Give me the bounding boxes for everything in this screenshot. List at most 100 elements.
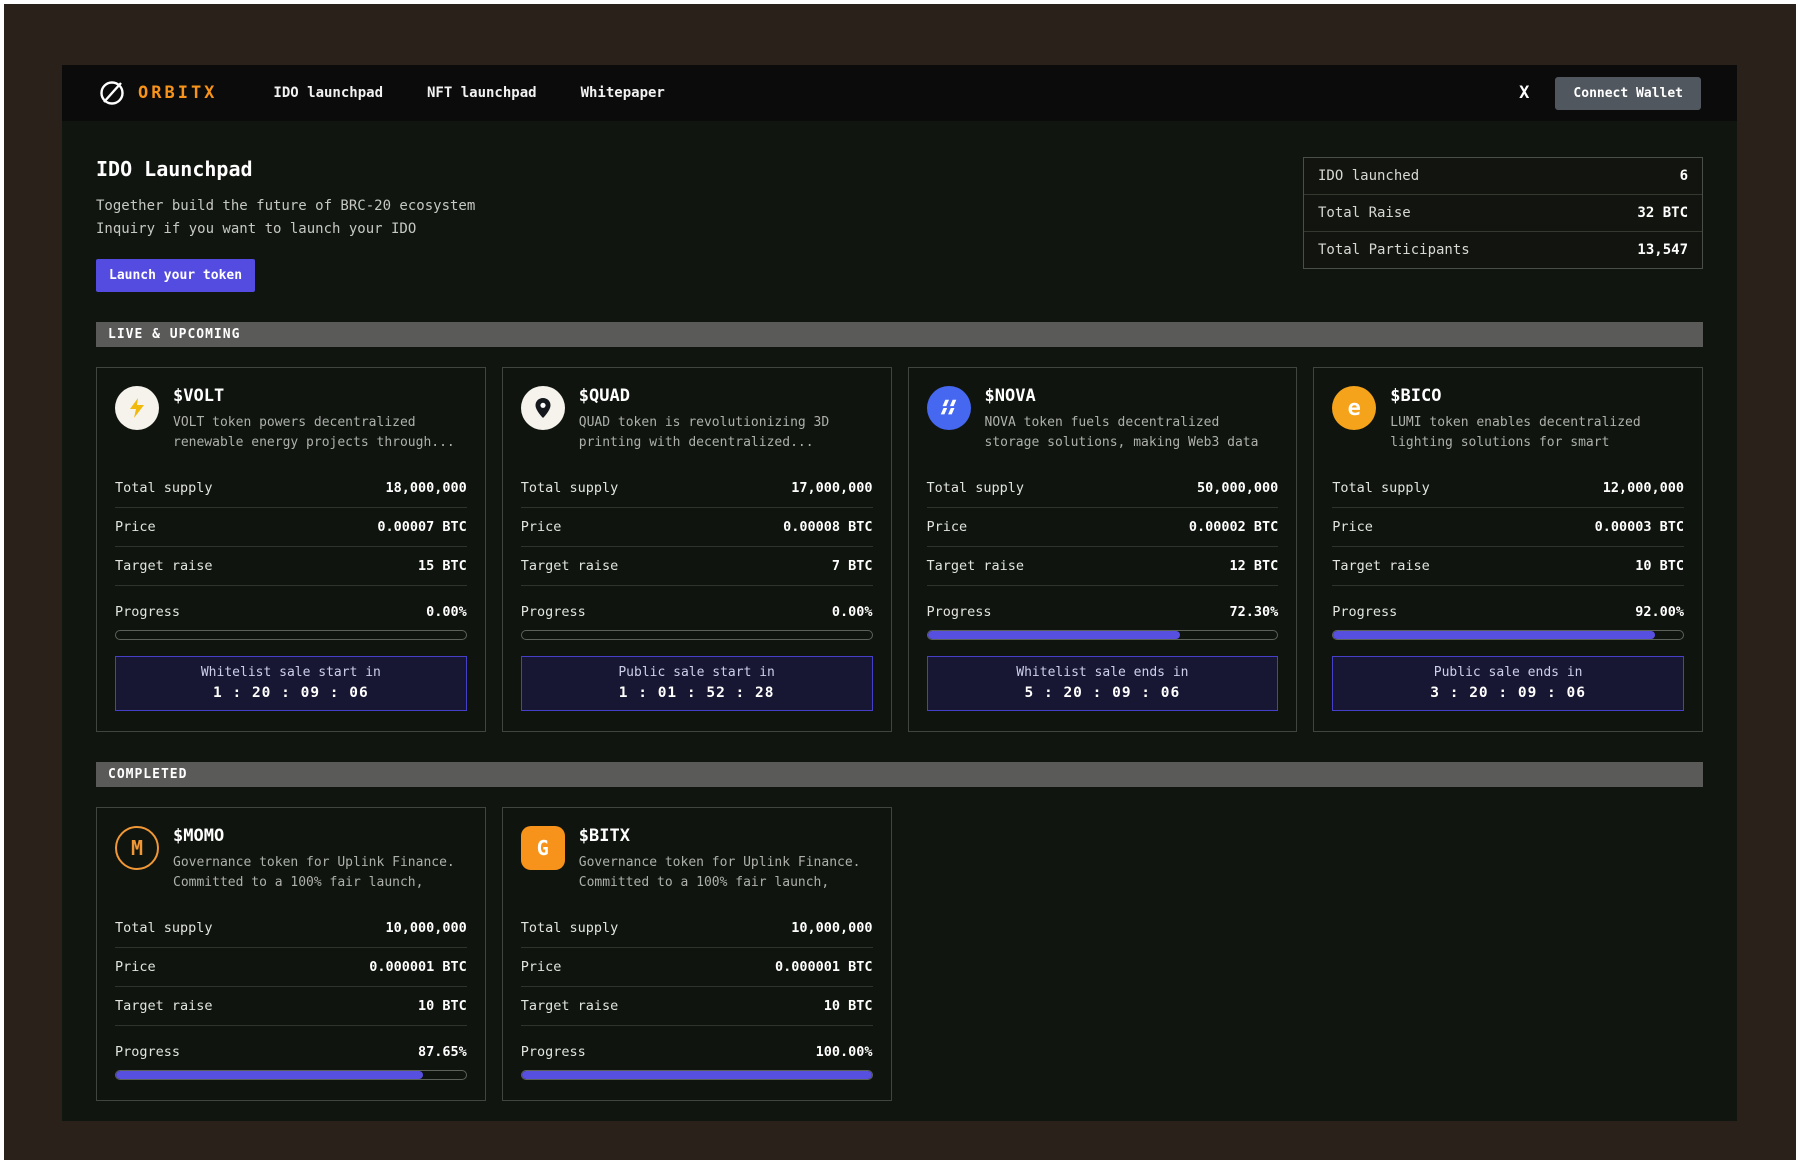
progress-row: Progress 100.00% — [521, 1044, 873, 1060]
ido-card-quad[interactable]: $QUAD QUAD token is revolutionizing 3D p… — [502, 367, 892, 732]
field-value: 17,000,000 — [791, 480, 872, 496]
card-head: $QUAD QUAD token is revolutionizing 3D p… — [521, 386, 873, 453]
target-raise-row: Target raise 15 BTC — [115, 547, 467, 586]
desktop-background: ORBITX IDO launchpad NFT launchpad White… — [4, 4, 1796, 1160]
progress-row: Progress 0.00% — [115, 604, 467, 620]
progress-label: Progress — [115, 604, 180, 620]
progress-label: Progress — [115, 1044, 180, 1060]
hero-text: IDO Launchpad Together build the future … — [96, 157, 475, 292]
field-label: Price — [521, 519, 562, 535]
grid-spacer — [1313, 807, 1703, 1101]
field-value: 0.00007 BTC — [377, 519, 466, 535]
field-value: 0.00008 BTC — [783, 519, 872, 535]
token-symbol: $MOMO — [173, 826, 467, 846]
price-row: Price 0.000001 BTC — [115, 948, 467, 987]
stats-box: IDO launched 6 Total Raise 32 BTC Total … — [1303, 157, 1703, 269]
nav-links: IDO launchpad NFT launchpad Whitepaper — [273, 85, 664, 101]
field-value: 10 BTC — [418, 998, 467, 1014]
field-label: Target raise — [115, 558, 213, 574]
countdown-time: 1 : 01 : 52 : 28 — [522, 685, 872, 701]
countdown-panel: Whitelist sale ends in 5 : 20 : 09 : 06 — [927, 656, 1279, 711]
token-description: QUAD token is revolutionizing 3D printin… — [579, 413, 873, 453]
progress-label: Progress — [927, 604, 992, 620]
progress-percent: 87.65% — [418, 1044, 467, 1060]
connect-wallet-button[interactable]: Connect Wallet — [1555, 77, 1701, 110]
ido-card-volt[interactable]: $VOLT VOLT token powers decentralized re… — [96, 367, 486, 732]
progress-bar — [927, 630, 1279, 640]
section-header-completed: COMPLETED — [96, 762, 1703, 787]
nav-link-nft-launchpad[interactable]: NFT launchpad — [427, 85, 537, 101]
field-value: 12,000,000 — [1603, 480, 1684, 496]
stats-label: Total Participants — [1318, 242, 1470, 258]
field-value: 18,000,000 — [385, 480, 466, 496]
progress-row: Progress 72.30% — [927, 604, 1279, 620]
icon-glyph: G — [537, 836, 549, 860]
countdown-panel: Public sale start in 1 : 01 : 52 : 28 — [521, 656, 873, 711]
section-header-live-upcoming: LIVE & UPCOMING — [96, 322, 1703, 347]
target-raise-row: Target raise 12 BTC — [927, 547, 1279, 586]
stats-row-total-participants: Total Participants 13,547 — [1304, 232, 1702, 268]
nav-link-ido-launchpad[interactable]: IDO launchpad — [273, 85, 383, 101]
brand-name: ORBITX — [138, 83, 217, 103]
icon-glyph: e — [1348, 396, 1361, 421]
hero-section: IDO Launchpad Together build the future … — [96, 157, 1703, 292]
field-value: 10 BTC — [1635, 558, 1684, 574]
card-head-text: $QUAD QUAD token is revolutionizing 3D p… — [579, 386, 873, 453]
nav-right: X Connect Wallet — [1519, 77, 1701, 110]
target-raise-row: Target raise 10 BTC — [115, 987, 467, 1026]
ido-card-momo[interactable]: M $MOMO Governance token for Uplink Fina… — [96, 807, 486, 1101]
price-row: Price 0.00002 BTC — [927, 508, 1279, 547]
field-label: Target raise — [521, 998, 619, 1014]
field-label: Price — [115, 519, 156, 535]
orbit-logo-icon — [98, 79, 126, 107]
progress-percent: 0.00% — [426, 604, 467, 620]
stats-value: 32 BTC — [1637, 205, 1688, 221]
countdown-title: Whitelist sale start in — [116, 665, 466, 680]
progress-percent: 72.30% — [1229, 604, 1278, 620]
field-label: Price — [115, 959, 156, 975]
total-supply-row: Total supply 50,000,000 — [927, 469, 1279, 508]
card-head: M $MOMO Governance token for Uplink Fina… — [115, 826, 467, 893]
card-head: e $BICO LUMI token enables decentralized… — [1332, 386, 1684, 453]
countdown-panel: Whitelist sale start in 1 : 20 : 09 : 06 — [115, 656, 467, 711]
progress-fill — [116, 1071, 423, 1079]
field-value: 10,000,000 — [791, 920, 872, 936]
hero-subtitle-2: Inquiry if you want to launch your IDO — [96, 218, 475, 241]
countdown-time: 1 : 20 : 09 : 06 — [116, 685, 466, 701]
token-description: VOLT token powers decentralized renewabl… — [173, 413, 467, 453]
progress-label: Progress — [521, 604, 586, 620]
token-symbol: $QUAD — [579, 386, 873, 406]
card-head-text: $BICO LUMI token enables decentralized l… — [1390, 386, 1684, 453]
ido-card-bitx[interactable]: G $BITX Governance token for Uplink Fina… — [502, 807, 892, 1101]
token-description: Governance token for Uplink Finance. Com… — [579, 853, 873, 893]
stats-value: 13,547 — [1637, 242, 1688, 258]
main-content: IDO Launchpad Together build the future … — [62, 157, 1737, 1101]
field-label: Price — [521, 959, 562, 975]
progress-row: Progress 87.65% — [115, 1044, 467, 1060]
field-value: 0.000001 BTC — [369, 959, 467, 975]
field-value: 0.00003 BTC — [1595, 519, 1684, 535]
total-supply-row: Total supply 10,000,000 — [521, 909, 873, 948]
card-head: G $BITX Governance token for Uplink Fina… — [521, 826, 873, 893]
countdown-title: Public sale ends in — [1333, 665, 1683, 680]
quad-map-pin-icon — [521, 386, 565, 430]
ido-card-nova[interactable]: $NOVA NOVA token fuels decentralized sto… — [908, 367, 1298, 732]
progress-percent: 92.00% — [1635, 604, 1684, 620]
page-title: IDO Launchpad — [96, 157, 475, 181]
target-raise-row: Target raise 10 BTC — [1332, 547, 1684, 586]
field-label: Price — [1332, 519, 1373, 535]
card-head-text: $VOLT VOLT token powers decentralized re… — [173, 386, 467, 453]
x-twitter-icon[interactable]: X — [1519, 83, 1529, 103]
launch-your-token-button[interactable]: Launch your token — [96, 259, 255, 292]
field-label: Target raise — [1332, 558, 1430, 574]
stats-value: 6 — [1680, 168, 1688, 184]
card-head-text: $MOMO Governance token for Uplink Financ… — [173, 826, 467, 893]
brand-logo-link[interactable]: ORBITX — [98, 79, 217, 107]
nav-link-whitepaper[interactable]: Whitepaper — [581, 85, 665, 101]
bico-e-letter-icon: e — [1332, 386, 1376, 430]
field-value: 0.000001 BTC — [775, 959, 873, 975]
top-navbar: ORBITX IDO launchpad NFT launchpad White… — [62, 65, 1737, 121]
ido-card-bico[interactable]: e $BICO LUMI token enables decentralized… — [1313, 367, 1703, 732]
volt-lightning-icon — [115, 386, 159, 430]
countdown-title: Whitelist sale ends in — [928, 665, 1278, 680]
